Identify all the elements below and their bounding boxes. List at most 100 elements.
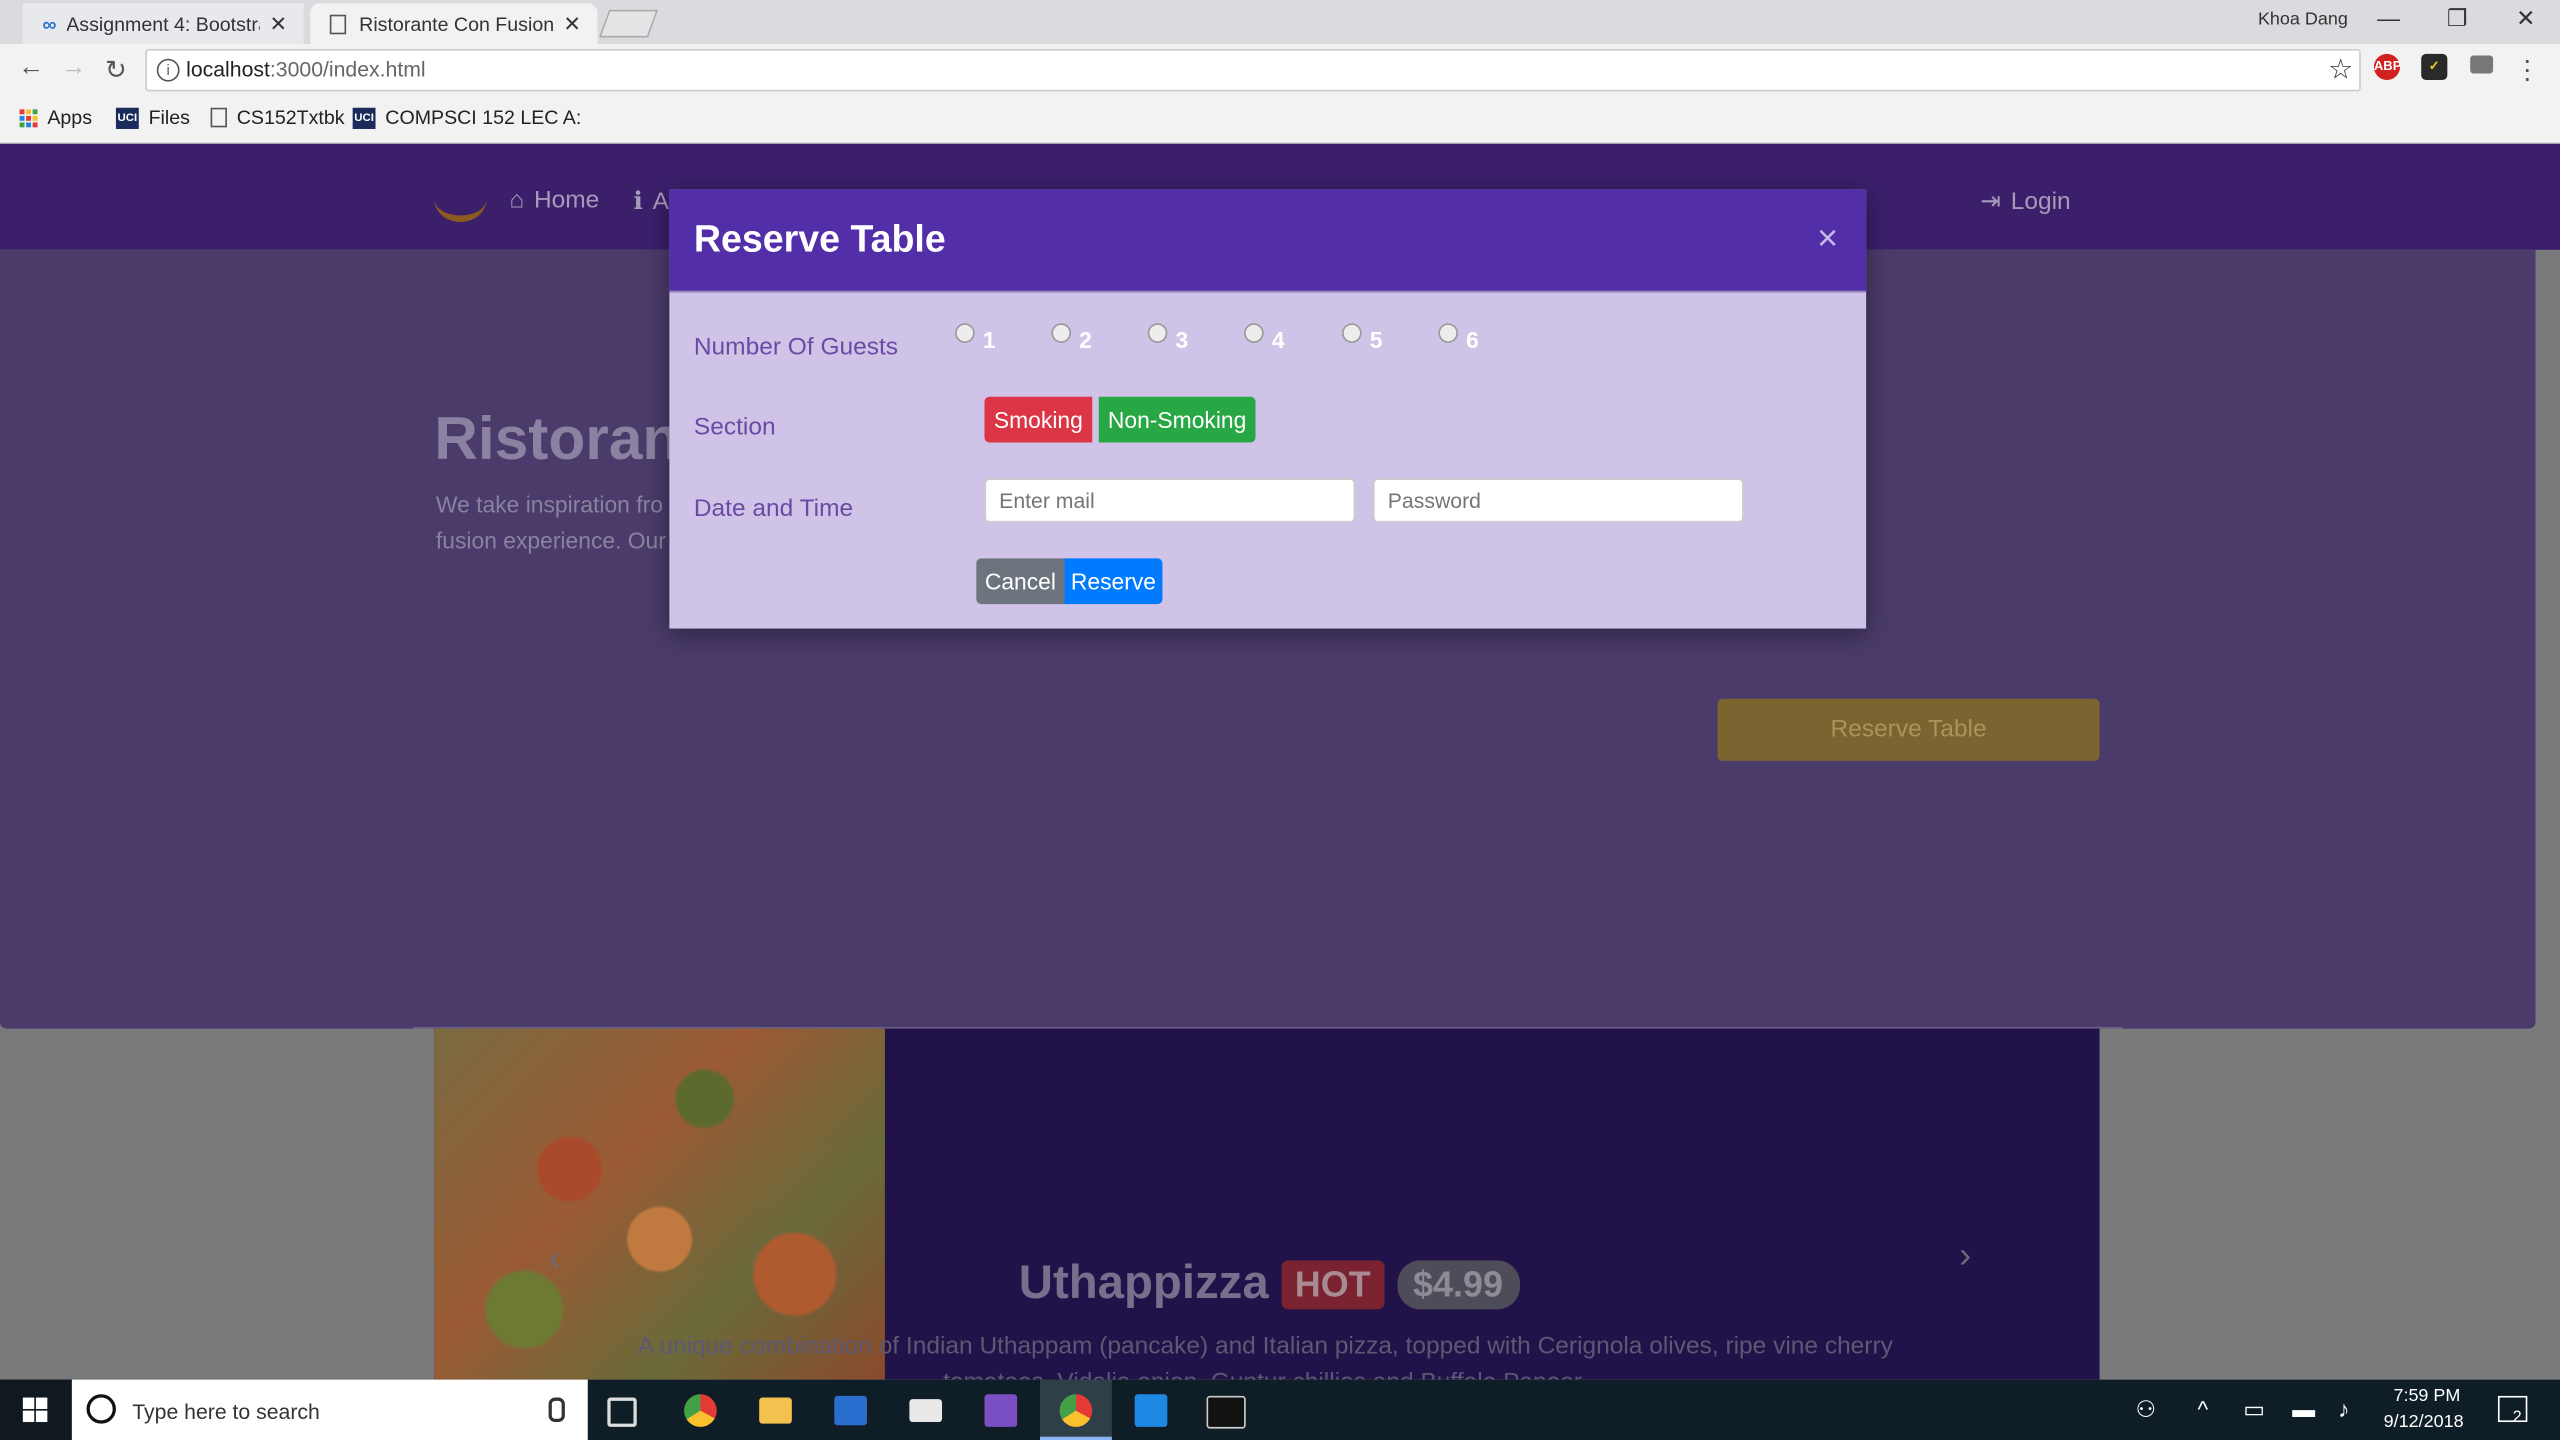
nav-about-label: A bbox=[652, 186, 669, 215]
tab-title: Ristorante Con Fusion bbox=[359, 12, 555, 36]
bookmark-compsci152[interactable]: UCI COMPSCI 152 LEC A: bbox=[352, 106, 581, 129]
radio-button[interactable] bbox=[1244, 323, 1264, 343]
nav-login-label: Login bbox=[2010, 186, 2071, 215]
close-tab-icon[interactable]: ✕ bbox=[270, 11, 288, 37]
address-bar[interactable]: i localhost:3000/index.html ☆ bbox=[145, 48, 2361, 92]
extension-check-icon[interactable]: ✓ bbox=[2421, 53, 2448, 80]
file-explorer-icon[interactable] bbox=[759, 1397, 792, 1424]
nav-login[interactable]: ⇥ Login bbox=[1980, 186, 2071, 216]
back-icon[interactable]: ← bbox=[15, 54, 48, 83]
guest-option-6[interactable]: 6 bbox=[1438, 320, 1479, 353]
chrome-icon[interactable] bbox=[684, 1394, 717, 1427]
store-icon[interactable] bbox=[834, 1395, 867, 1426]
camera-icon[interactable] bbox=[2470, 55, 2494, 74]
adblock-icon[interactable]: ABP bbox=[2373, 53, 2401, 80]
guest-option-label: 4 bbox=[1271, 326, 1285, 353]
carousel-next-icon[interactable]: › bbox=[1959, 1234, 1971, 1276]
clock-time[interactable]: 7:59 PM bbox=[2393, 1386, 2460, 1406]
windows-taskbar: Type here to search ⚇ ^ ▭ ▬ ♪ 7:59 PM 9/… bbox=[0, 1379, 2560, 1440]
profile-name[interactable]: Khoa Dang bbox=[2258, 10, 2348, 30]
notification-count: 2 bbox=[2512, 1408, 2522, 1427]
terminal-icon[interactable] bbox=[1206, 1395, 1246, 1429]
bookmark-files[interactable]: UCI Files bbox=[115, 106, 190, 129]
task-view-icon[interactable] bbox=[607, 1397, 637, 1427]
url-host: localhost bbox=[186, 57, 270, 82]
radio-button[interactable] bbox=[1147, 323, 1168, 343]
page-icon bbox=[210, 107, 227, 128]
hot-badge: HOT bbox=[1281, 1259, 1384, 1309]
radio-button[interactable] bbox=[1051, 323, 1072, 343]
browser-tab-ristorante[interactable]: Ristorante Con Fusion ✕ bbox=[310, 3, 598, 45]
non-smoking-button[interactable]: Non-Smoking bbox=[1098, 396, 1256, 443]
reserve-button[interactable]: Reserve bbox=[1064, 558, 1163, 605]
section-label: Section bbox=[693, 413, 776, 441]
bookmark-cs152txtbk[interactable]: CS152Txtbk bbox=[210, 106, 345, 129]
cortana-icon bbox=[86, 1394, 116, 1424]
modal-header: Reserve Table × bbox=[669, 189, 1867, 293]
start-button[interactable] bbox=[0, 1379, 72, 1440]
smoking-button[interactable]: Smoking bbox=[984, 396, 1093, 443]
dish-name: Uthappizza bbox=[1018, 1257, 1269, 1310]
menu-icon[interactable]: ⋮ bbox=[2511, 54, 2544, 87]
carousel-caption-title: Uthappizza HOT $4.99 bbox=[1019, 1257, 1520, 1311]
nav-about[interactable]: ℹ A bbox=[633, 186, 669, 216]
apps-grid-icon bbox=[19, 108, 38, 127]
guest-option-3[interactable]: 3 bbox=[1147, 320, 1188, 353]
browser-tab-strip: ∞ Assignment 4: Bootstrap ✕ Ristorante C… bbox=[0, 0, 2560, 45]
bookmark-label: Files bbox=[148, 106, 190, 129]
guest-option-4[interactable]: 4 bbox=[1244, 320, 1285, 353]
minimize-icon[interactable]: — bbox=[2364, 5, 2413, 31]
page-icon bbox=[329, 13, 347, 34]
new-tab-button[interactable] bbox=[599, 9, 659, 38]
chevron-up-icon[interactable]: ^ bbox=[2198, 1396, 2209, 1422]
guest-option-label: 6 bbox=[1466, 326, 1479, 353]
vscode-icon[interactable] bbox=[1134, 1394, 1168, 1427]
volume-icon[interactable]: ♪ bbox=[2338, 1396, 2349, 1422]
guest-option-2[interactable]: 2 bbox=[1051, 320, 1092, 353]
modal-title: Reserve Table bbox=[693, 217, 946, 260]
url-text[interactable]: localhost:3000/index.html bbox=[186, 57, 426, 81]
forward-icon[interactable]: → bbox=[57, 54, 90, 83]
reload-icon[interactable]: ↻ bbox=[100, 54, 133, 87]
guests-label: Number Of Guests bbox=[693, 333, 899, 361]
close-icon[interactable]: × bbox=[1817, 217, 1838, 259]
network-icon[interactable]: ▭ bbox=[2243, 1396, 2265, 1424]
mail-icon[interactable] bbox=[909, 1399, 943, 1423]
time-input[interactable] bbox=[1373, 478, 1744, 523]
chrome-active-taskbar-button[interactable] bbox=[1039, 1379, 1112, 1440]
taskbar-search[interactable]: Type here to search bbox=[71, 1379, 588, 1440]
battery-icon[interactable]: ▬ bbox=[2292, 1396, 2315, 1422]
browser-tab-assignment[interactable]: ∞ Assignment 4: Bootstrap ✕ bbox=[22, 3, 304, 45]
bookmark-star-icon[interactable]: ☆ bbox=[2328, 54, 2353, 87]
radio-button[interactable] bbox=[1438, 323, 1458, 343]
restore-icon[interactable]: ❐ bbox=[2433, 5, 2482, 33]
reserve-table-button[interactable]: Reserve Table bbox=[1717, 698, 2100, 761]
datetime-label: Date and Time bbox=[693, 494, 854, 523]
reserve-modal: Reserve Table × Number Of Guests 1 2 3 4… bbox=[669, 189, 1867, 629]
info-icon[interactable]: i bbox=[156, 58, 180, 82]
close-window-icon[interactable]: ✕ bbox=[2501, 5, 2550, 33]
visual-studio-icon[interactable] bbox=[984, 1394, 1018, 1427]
logo-icon[interactable] bbox=[434, 176, 487, 223]
guest-option-1[interactable]: 1 bbox=[955, 320, 996, 353]
uci-icon: UCI bbox=[115, 106, 139, 129]
radio-button[interactable] bbox=[1342, 323, 1362, 343]
hero-description-line: We take inspiration fro bbox=[435, 491, 663, 518]
bookmark-label: CS152Txtbk bbox=[236, 106, 345, 129]
windows-icon bbox=[22, 1397, 48, 1423]
nav-home[interactable]: ⌂ Home bbox=[509, 186, 599, 214]
date-input[interactable] bbox=[984, 478, 1356, 523]
microphone-icon[interactable] bbox=[548, 1397, 565, 1423]
hero-description-line: fusion experience. Our bbox=[435, 527, 666, 554]
bookmark-apps[interactable]: Apps bbox=[19, 106, 92, 129]
carousel-prev-icon[interactable]: ‹ bbox=[549, 1238, 561, 1280]
clock-date[interactable]: 9/12/2018 bbox=[2384, 1412, 2464, 1432]
uci-icon: UCI bbox=[352, 106, 376, 129]
close-tab-icon[interactable]: ✕ bbox=[563, 11, 581, 37]
url-path: :3000/index.html bbox=[269, 57, 426, 82]
radio-button[interactable] bbox=[955, 323, 975, 343]
search-placeholder: Type here to search bbox=[132, 1399, 320, 1424]
cancel-button[interactable]: Cancel bbox=[976, 558, 1065, 605]
guest-option-5[interactable]: 5 bbox=[1342, 320, 1383, 353]
people-icon[interactable]: ⚇ bbox=[2136, 1396, 2157, 1424]
